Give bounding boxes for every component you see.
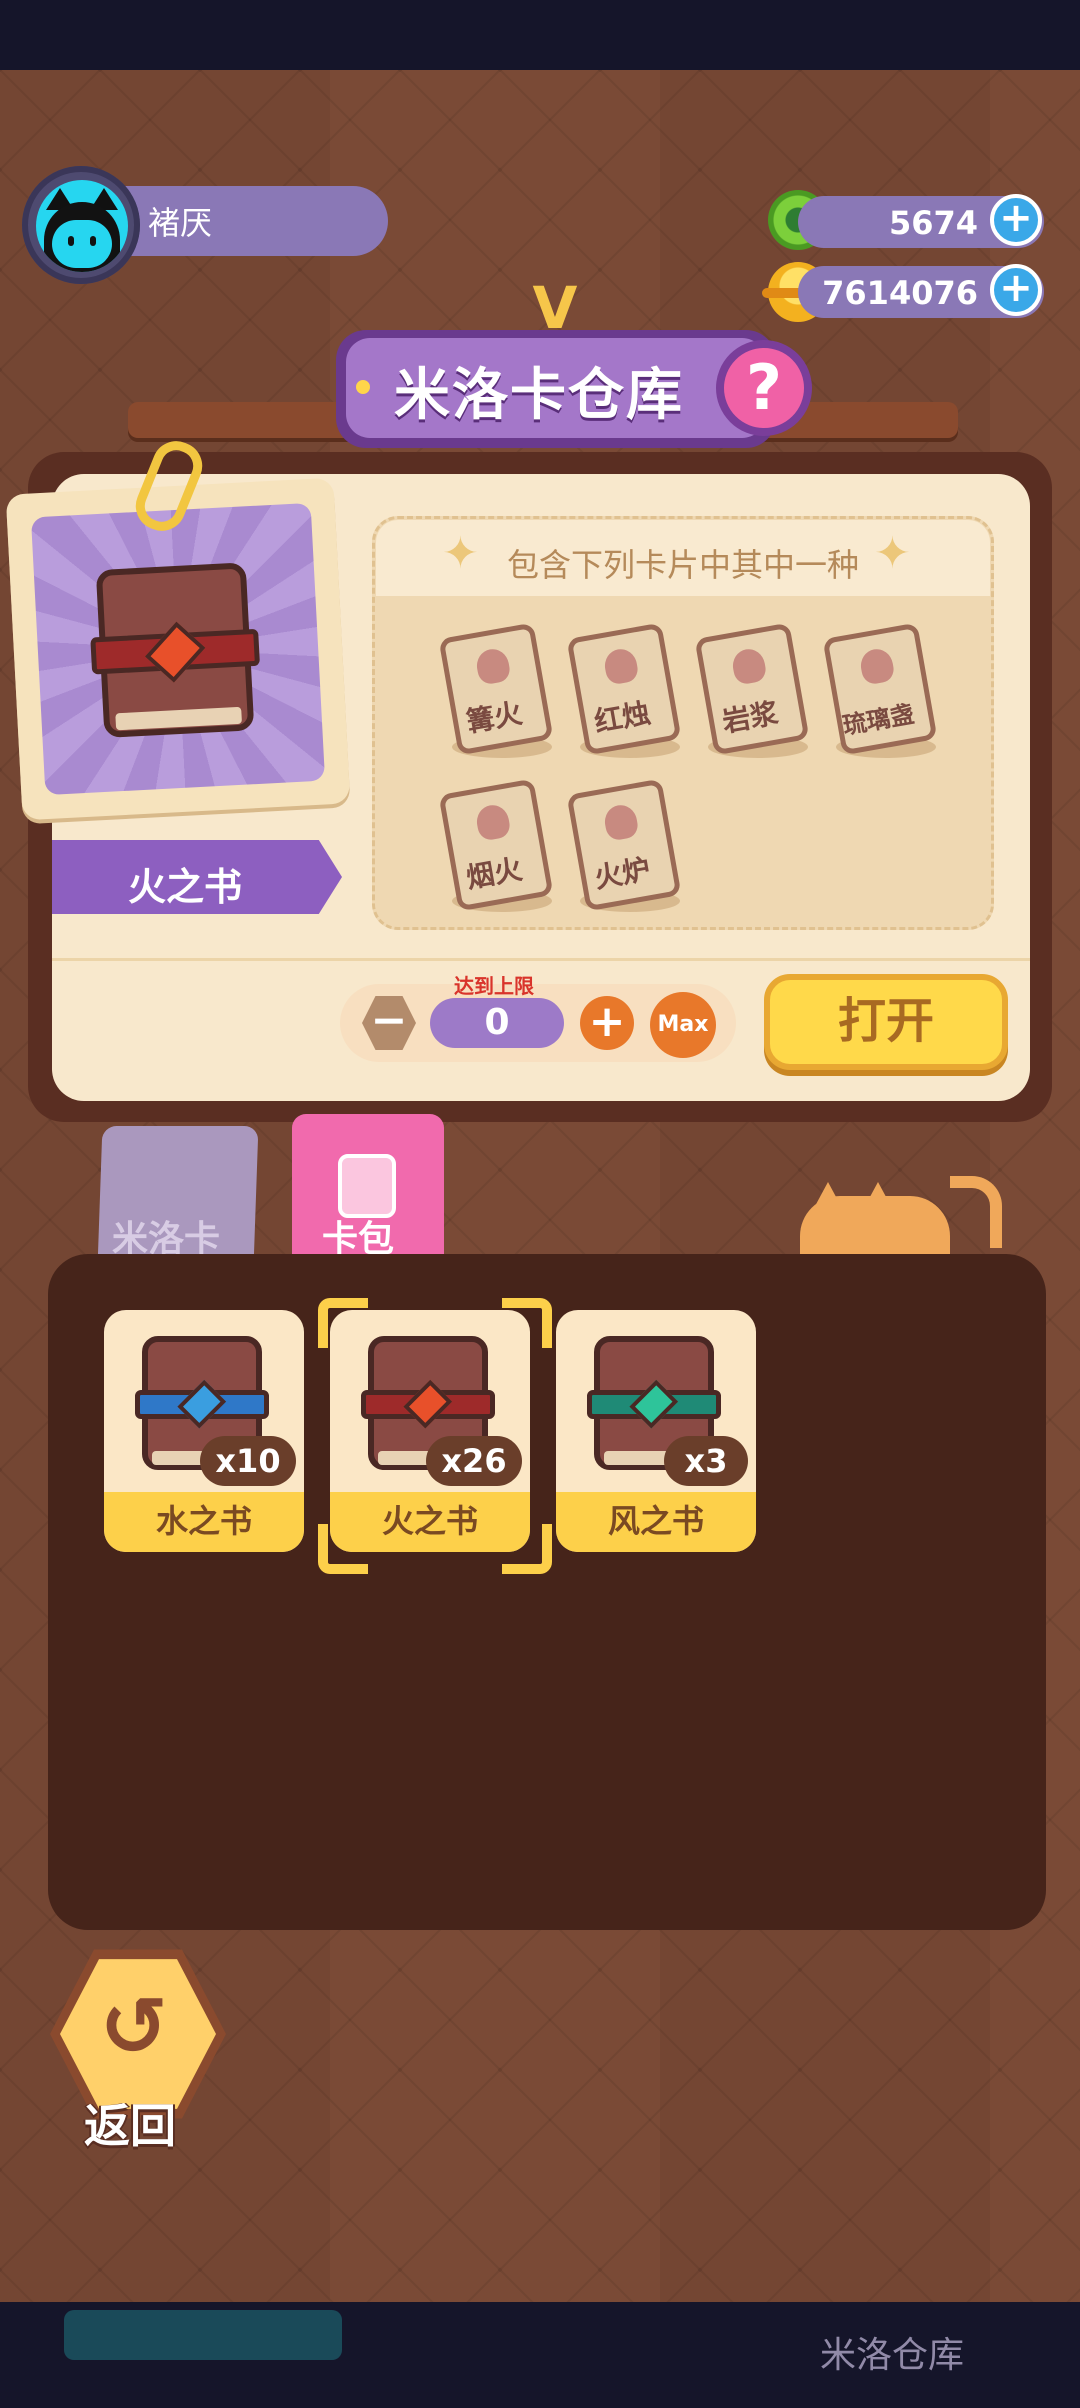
page-title: 米洛卡仓库: [394, 363, 684, 428]
help-button[interactable]: ?: [716, 340, 812, 436]
bottom-nav-item[interactable]: [64, 2310, 342, 2360]
title-dot: [356, 380, 370, 394]
add-gold-currency-button[interactable]: +: [990, 264, 1042, 316]
item-name: 水之书: [155, 1502, 252, 1540]
avatar[interactable]: [36, 180, 128, 272]
card-pack-icon: [338, 1154, 396, 1218]
inventory-slot-water-book[interactable]: x10 水之书: [104, 1310, 304, 1552]
item-count: x3: [664, 1436, 748, 1486]
title-badge: V: [532, 274, 578, 342]
max-button[interactable]: Max: [650, 992, 716, 1058]
gold-currency-bar: 7614076 +: [798, 264, 1044, 318]
selection-corner: [502, 1298, 552, 1348]
selection-corner: [318, 1298, 368, 1348]
cat-mascot: [790, 1176, 1002, 1276]
limit-reached-text: 达到上限: [454, 974, 534, 998]
gold-currency-value: 7614076: [822, 274, 978, 312]
fire-book-icon: [90, 562, 260, 738]
pack-contents-header: 包含下列卡片中其中一种: [506, 546, 859, 584]
item-name: 风之书: [607, 1502, 704, 1540]
add-green-currency-button[interactable]: +: [990, 194, 1042, 246]
status-bar: [0, 0, 1080, 70]
selection-corner: [318, 1524, 368, 1574]
back-label: 返回: [84, 2099, 176, 2153]
pack-name: 火之书: [128, 865, 243, 909]
card-glass-lamp[interactable]: [822, 622, 938, 756]
item-count: x10: [200, 1436, 296, 1486]
back-arrow-icon: ↺: [99, 1980, 169, 2075]
selection-corner: [502, 1524, 552, 1574]
inventory-slot-wind-book[interactable]: x3 风之书: [556, 1310, 756, 1552]
bottom-nav-warehouse-label[interactable]: 米洛仓库: [820, 2326, 964, 2378]
quantity-value[interactable]: 0: [430, 998, 564, 1048]
pack-preview-card: [5, 477, 351, 821]
green-currency-value: 5674: [888, 204, 978, 242]
increase-button[interactable]: +: [580, 996, 634, 1050]
item-count: x26: [426, 1436, 522, 1486]
open-button[interactable]: 打开: [764, 974, 1008, 1070]
green-currency-bar: 5674 +: [798, 194, 1044, 248]
username: 褚厌: [148, 204, 213, 242]
